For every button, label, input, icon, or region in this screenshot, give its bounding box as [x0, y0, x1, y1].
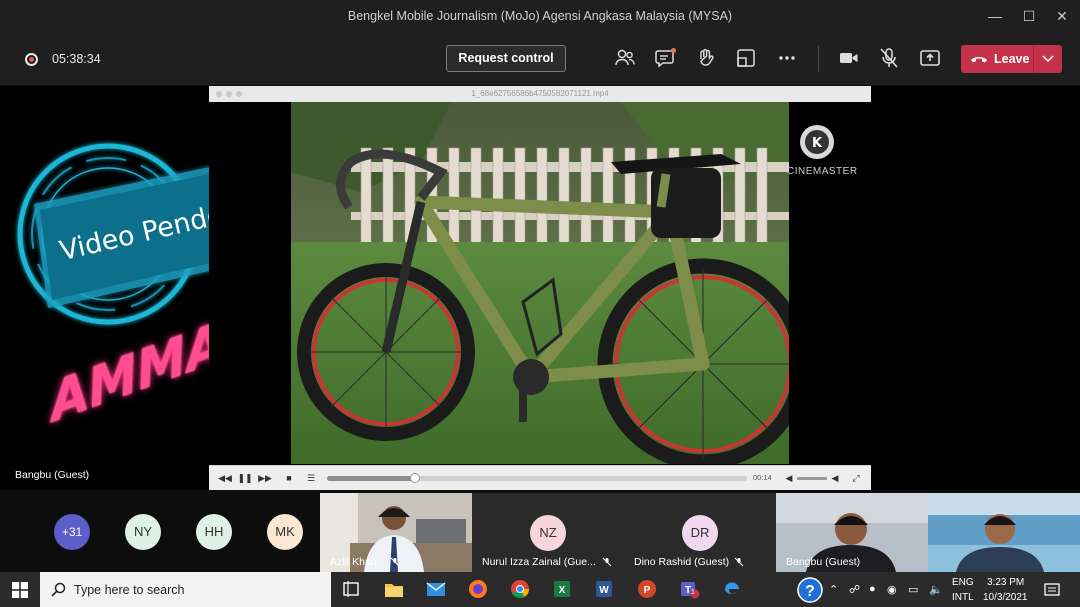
- participant-name: Nurul Izza Zainal (Gue...: [482, 556, 596, 568]
- firefox-icon[interactable]: [467, 578, 489, 600]
- mail-icon[interactable]: [425, 578, 447, 600]
- more-participants-badge[interactable]: +31: [54, 514, 90, 550]
- volume-slider[interactable]: [797, 477, 827, 480]
- close-icon[interactable]: ✕: [1052, 6, 1072, 26]
- powerpoint-icon[interactable]: P: [636, 578, 658, 600]
- mic-off-icon: [734, 557, 744, 567]
- camera-tray-icon[interactable]: ◉: [887, 583, 897, 596]
- volume-max-icon[interactable]: ◀: [829, 471, 841, 485]
- language-indicator[interactable]: ENG: [952, 577, 974, 588]
- camera-icon[interactable]: [837, 46, 861, 70]
- share-screen-icon[interactable]: [918, 46, 942, 70]
- player-title-bar: 1_68e62756586b4750582071121.mp4: [209, 86, 871, 102]
- cinemaster-logo-icon: K: [800, 125, 834, 159]
- meeting-timer: 05:38:34: [52, 52, 101, 66]
- participant-avatar: NZ: [530, 515, 566, 551]
- speaker-name: Bangbu (Guest): [15, 469, 90, 481]
- player-controls: ◀◀ ❚❚ ▶▶ ■ ☰ 00:14 ◀ ◀ ⤢: [209, 465, 871, 490]
- leave-button[interactable]: Leave: [961, 45, 1062, 73]
- svg-text:K: K: [812, 136, 823, 151]
- teams-badge: 1: [691, 589, 695, 596]
- request-control-button[interactable]: Request control: [446, 45, 566, 72]
- seek-bar[interactable]: [327, 473, 747, 483]
- participant-tile[interactable]: Azlil Khan: [320, 493, 472, 572]
- playlist-icon[interactable]: ☰: [303, 471, 319, 485]
- maximize-icon[interactable]: ☐: [1019, 6, 1039, 26]
- toolbar-divider: [818, 46, 819, 72]
- participant-avatar[interactable]: HH: [196, 514, 232, 550]
- volume-tray-icon[interactable]: 🔈: [929, 583, 943, 596]
- phone-hangup-icon: [971, 57, 987, 63]
- rooms-icon[interactable]: [734, 46, 758, 70]
- search-placeholder: Type here to search: [74, 583, 185, 597]
- meeting-toolbar: 05:38:34 Request control Leave: [0, 32, 1080, 86]
- fast-forward-icon[interactable]: ▶▶: [257, 471, 273, 485]
- svg-text:W: W: [599, 585, 609, 596]
- leave-label: Leave: [994, 52, 1030, 66]
- mic-off-icon[interactable]: [877, 46, 901, 70]
- recording-icon: [25, 53, 38, 66]
- participant-name: Dino Rashid (Guest): [634, 556, 730, 568]
- chevron-up-icon[interactable]: ⌃: [829, 583, 838, 596]
- mic-off-icon: [390, 557, 400, 567]
- cinemaster-watermark: CINEMASTER: [787, 166, 858, 177]
- raise-hand-icon[interactable]: [694, 46, 718, 70]
- svg-text:X: X: [559, 585, 566, 596]
- participant-video: [928, 493, 1080, 572]
- rewind-icon[interactable]: ◀◀: [217, 471, 233, 485]
- video-filename: 1_68e62756586b4750582071121.mp4: [471, 89, 609, 98]
- network-icon[interactable]: ☍: [849, 583, 860, 596]
- playback-time: 00:14: [753, 473, 772, 482]
- clock-date[interactable]: 10/3/2021: [983, 592, 1028, 603]
- participant-avatar[interactable]: MK: [267, 514, 303, 550]
- seek-handle[interactable]: [410, 473, 421, 483]
- participant-avatar: DR: [682, 515, 718, 551]
- word-icon[interactable]: W: [593, 578, 615, 600]
- window-title: Bengkel Mobile Journalism (MoJo) Agensi …: [347, 9, 733, 23]
- battery-icon[interactable]: ▭: [908, 583, 918, 596]
- keyboard-layout-indicator[interactable]: INTL: [952, 592, 974, 603]
- fullscreen-icon[interactable]: ⤢: [849, 471, 863, 485]
- help-icon[interactable]: ?: [797, 577, 823, 603]
- chevron-down-icon[interactable]: [1042, 55, 1054, 63]
- svg-text:P: P: [644, 585, 651, 596]
- participant-avatar[interactable]: NY: [125, 514, 161, 550]
- task-view-icon[interactable]: [340, 578, 362, 600]
- windows-start-icon[interactable]: [12, 582, 28, 598]
- file-explorer-icon[interactable]: [383, 578, 405, 600]
- seek-progress: [327, 476, 416, 481]
- pause-icon[interactable]: ❚❚: [237, 471, 253, 485]
- mic-tray-icon[interactable]: ●: [869, 583, 876, 595]
- chat-icon[interactable]: [654, 46, 678, 70]
- leave-split-divider: [1033, 45, 1034, 73]
- teams-icon[interactable]: T: [678, 578, 700, 600]
- excel-icon[interactable]: X: [551, 578, 573, 600]
- participants-icon[interactable]: [613, 46, 637, 70]
- participant-tile[interactable]: DR Dino Rashid (Guest): [624, 493, 776, 572]
- video-title-graphic: [17, 143, 209, 325]
- mic-off-icon: [602, 557, 612, 567]
- media-player-window: 1_68e62756586b4750582071121.mp4 K CINEMA…: [209, 86, 871, 490]
- clock-time[interactable]: 3:23 PM: [987, 577, 1024, 588]
- participant-name: Bangbu (Guest): [786, 556, 861, 568]
- taskbar-search-box[interactable]: Type here to search: [40, 572, 331, 607]
- minimize-icon[interactable]: —: [985, 6, 1005, 26]
- video-frame[interactable]: [291, 102, 789, 464]
- participant-name: Azlil Khan: [330, 556, 377, 568]
- stop-icon[interactable]: ■: [281, 471, 297, 485]
- participant-tile[interactable]: [928, 493, 1080, 572]
- window-title-bar: Bengkel Mobile Journalism (MoJo) Agensi …: [0, 0, 1080, 32]
- edge-icon[interactable]: [721, 578, 743, 600]
- chrome-icon[interactable]: [509, 578, 531, 600]
- participant-tile[interactable]: NZ Nurul Izza Zainal (Gue...: [472, 493, 624, 572]
- windows-taskbar: Type here to search X W P T 1 ? ⌃ ☍ ● ◉ …: [0, 572, 1080, 607]
- more-options-icon[interactable]: [775, 46, 799, 70]
- svg-text:?: ?: [805, 583, 815, 600]
- volume-icon[interactable]: ◀: [783, 471, 795, 485]
- notifications-icon[interactable]: [1044, 582, 1060, 598]
- search-icon: [51, 582, 66, 597]
- participant-tile[interactable]: Bangbu (Guest): [776, 493, 928, 572]
